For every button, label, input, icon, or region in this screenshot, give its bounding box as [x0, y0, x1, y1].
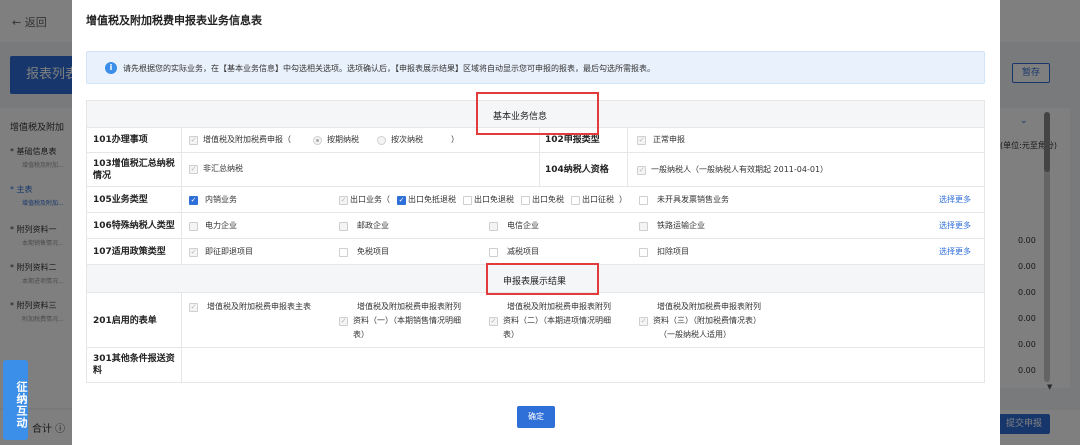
label-105: 105业务类型	[93, 195, 148, 205]
text-attach3-line2: 资料（三）（附加税费情况表）	[653, 316, 761, 325]
text-attach3-line1: 增值税及附加税费申报表附列	[657, 302, 761, 311]
label-106: 106特殊纳税人类型	[93, 221, 175, 231]
checkbox-telecom[interactable]	[489, 222, 498, 231]
row-103: 103增值税汇总纳税 情况 ✓ 非汇总纳税 104纳税人资格 ✓ 一般纳税人（一般…	[87, 153, 984, 187]
text-close-paren: ）	[619, 195, 627, 204]
checkbox-export[interactable]: ✓	[339, 196, 348, 205]
row-201: 201启用的表单 ✓ 增值税及附加税费申报表主表 增值税及附加税费申报表附列 ✓…	[87, 293, 984, 348]
text-normal-declare: 正常申报	[653, 135, 685, 144]
checkbox-deduct-project[interactable]	[639, 248, 648, 257]
label-101: 101办理事项	[93, 135, 148, 145]
row-105: 105业务类型 ✓ 内销业务 ✓ 出口业务（ ✓ 出口免抵退税 出口免退税 出口…	[87, 187, 984, 213]
text-railway: 铁路运输企业	[657, 221, 705, 230]
divider	[181, 128, 182, 265]
business-info-table: 基本业务信息 101办理事项 ✓ 增值税及附加税费申报（ 按期纳税 按次纳税 ）…	[86, 100, 985, 383]
text-main-form: 增值税及附加税费申报表主表	[207, 302, 311, 311]
text-power: 电力企业	[205, 221, 237, 230]
row-301: 301其他条件报送资料	[87, 348, 984, 382]
label-107: 107适用政策类型	[93, 247, 166, 257]
checkbox-attach2[interactable]: ✓	[489, 317, 498, 326]
text-exempt-project: 免税项目	[357, 247, 389, 256]
text-immediate-refund: 即征即退项目	[205, 247, 253, 256]
checkbox-normal-declare[interactable]: ✓	[637, 136, 646, 145]
info-bar: i 请先根据您的实际业务，在【基本业务信息】中勾选相关选项。选项确认后，【申报表…	[86, 51, 985, 84]
text-export-exempt: 出口免税	[532, 195, 564, 204]
checkbox-railway[interactable]	[639, 222, 648, 231]
text-attach2-line3: 表）	[503, 330, 519, 339]
text-domestic: 内销业务	[205, 195, 237, 204]
divider	[181, 293, 182, 382]
highlight-box-result	[486, 263, 599, 295]
checkbox-attach1[interactable]: ✓	[339, 317, 348, 326]
checkbox-reduce-project[interactable]	[489, 248, 498, 257]
text-attach2-line1: 增值税及附加税费申报表附列	[507, 302, 611, 311]
highlight-box-basic	[476, 92, 599, 135]
row-106: 106特殊纳税人类型 电力企业 邮政企业 电信企业 铁路运输企业 选择更多	[87, 213, 984, 239]
checkbox-no-invoice[interactable]	[639, 196, 648, 205]
info-icon: i	[105, 62, 117, 74]
label-103: 103增值税汇总纳税 情况	[93, 159, 175, 181]
info-text: 请先根据您的实际业务，在【基本业务信息】中勾选相关选项。选项确认后，【申报表展示…	[123, 64, 655, 73]
checkbox-domestic[interactable]: ✓	[189, 196, 198, 205]
text-attach1-line2: 资料（一）（本期销售情况明细	[353, 316, 461, 325]
checkbox-power[interactable]	[189, 222, 198, 231]
label-201: 201启用的表单	[93, 316, 157, 326]
confirm-button[interactable]: 确定	[517, 406, 555, 428]
select-more-link-106[interactable]: 选择更多	[939, 220, 971, 232]
label-301: 301其他条件报送资料	[93, 354, 175, 376]
checkbox-vat-declare[interactable]: ✓	[189, 136, 198, 145]
text-attach2-line2: 资料（二）（本期进项情况明细	[503, 316, 611, 325]
checkbox-attach3[interactable]: ✓	[639, 317, 648, 326]
text-attach3-line3: （一般纳税人适用）	[659, 330, 731, 339]
text-reduce-project: 减税项目	[507, 247, 539, 256]
business-info-modal: 增值税及附加税费申报表业务信息表 i 请先根据您的实际业务，在【基本业务信息】中…	[72, 0, 1000, 445]
label-104: 104纳税人资格	[545, 165, 609, 175]
checkbox-export-exempt-refund[interactable]	[463, 196, 472, 205]
select-more-link-107[interactable]: 选择更多	[939, 246, 971, 258]
text-vat-declare: 增值税及附加税费申报（	[203, 135, 291, 144]
text-general-taxpayer: 一般纳税人（一般纳税人有效期起 2011-04-01）	[651, 165, 829, 174]
checkbox-export-levy[interactable]	[571, 196, 580, 205]
text-deduct-project: 扣除项目	[657, 247, 689, 256]
checkbox-main-form[interactable]: ✓	[189, 303, 198, 312]
checkbox-immediate-refund[interactable]: ✓	[189, 248, 198, 257]
text-export-exempt-refund: 出口免退税	[474, 195, 514, 204]
text-export-levy: 出口征税	[582, 195, 614, 204]
checkbox-export-refund[interactable]: ✓	[397, 196, 406, 205]
text-telecom: 电信企业	[507, 221, 539, 230]
checkbox-exempt-project[interactable]	[339, 248, 348, 257]
text-attach1-line1: 增值税及附加税费申报表附列	[357, 302, 461, 311]
radio-periodic[interactable]	[313, 136, 322, 145]
text-per-time: 按次纳税	[391, 135, 423, 144]
row-107: 107适用政策类型 ✓ 即征即退项目 免税项目 减税项目 扣除项目 选择更多	[87, 239, 984, 265]
text-no-invoice: 未开具发票销售业务	[657, 195, 729, 204]
text-non-summary: 非汇总纳税	[203, 164, 243, 173]
checkbox-general-taxpayer[interactable]: ✓	[637, 166, 646, 175]
text-export: 出口业务（	[350, 195, 390, 204]
checkbox-export-exempt[interactable]	[521, 196, 530, 205]
label-102: 102申报类型	[545, 135, 600, 145]
divider	[539, 128, 540, 187]
text-close-paren: ）	[451, 135, 459, 144]
select-more-link-105[interactable]: 选择更多	[939, 194, 971, 206]
interaction-widget[interactable]: 征纳互动	[3, 360, 28, 440]
modal-title: 增值税及附加税费申报表业务信息表	[86, 14, 262, 27]
divider	[627, 128, 628, 187]
text-attach1-line3: 表）	[353, 330, 369, 339]
text-postal: 邮政企业	[357, 221, 389, 230]
text-export-refund: 出口免抵退税	[408, 195, 456, 204]
checkbox-non-summary[interactable]: ✓	[189, 165, 198, 174]
radio-per-time[interactable]	[377, 136, 386, 145]
checkbox-postal[interactable]	[339, 222, 348, 231]
text-periodic: 按期纳税	[327, 135, 359, 144]
